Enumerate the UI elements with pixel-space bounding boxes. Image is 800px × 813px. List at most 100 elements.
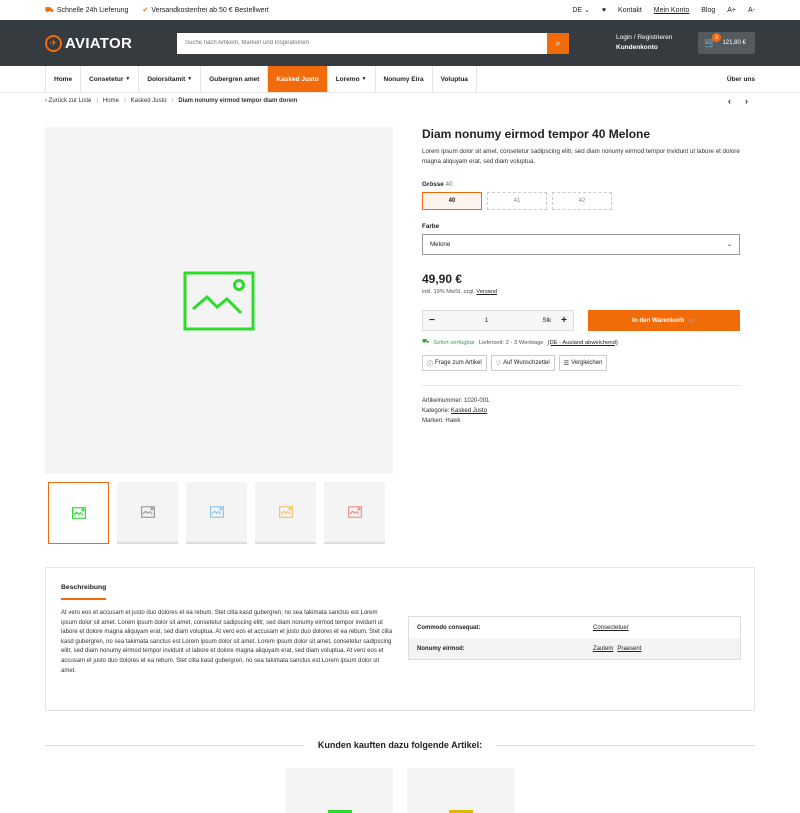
thumbnail-1[interactable]: [48, 482, 109, 544]
stock-info: ⛟ Sofort verfügbar Lieferzeit: 2 - 3 Wer…: [422, 339, 740, 346]
quantity-unit: Stk: [542, 317, 552, 324]
heart-icon[interactable]: ♥: [602, 7, 606, 14]
cart-total: 121,80 €: [722, 40, 746, 46]
top-info-bar: ⛟ Schnelle 24h Lieferung ✔ Versandkostenfr…: [0, 0, 800, 20]
brand-value: Hawk: [445, 418, 461, 424]
login-register-link[interactable]: Login / Registrieren: [616, 34, 672, 41]
back-to-list-link[interactable]: ‹ Zurück zur Liste: [45, 98, 91, 104]
search-bar: ⌕: [177, 32, 569, 54]
truck-icon: ⛟: [422, 339, 430, 345]
buy-row: − 1 Stk + In den Warenkorb 🛒: [422, 310, 740, 331]
category-link[interactable]: Kasked Justo: [451, 408, 487, 414]
list-icon: ☰: [563, 360, 570, 367]
delivery-time: Lieferzeit: 2 - 3 Werktage: [478, 339, 544, 346]
quantity-increase-button[interactable]: +: [561, 315, 567, 326]
site-header: ✈ AVIATOR ⌕ Login / Registrieren Kundenk…: [0, 20, 800, 66]
size-option-41[interactable]: 41: [487, 192, 547, 210]
product-main-image[interactable]: [45, 127, 393, 474]
check-icon: ✔: [142, 7, 149, 14]
add-to-cart-button[interactable]: In den Warenkorb 🛒: [588, 310, 740, 331]
font-increase-button[interactable]: A+: [727, 7, 736, 14]
color-select[interactable]: Melone ⌄: [422, 234, 740, 255]
breadcrumb-current: Diam nonumy eirmod tempor diam dorem: [178, 98, 298, 104]
recommendations-heading: Kunden kauften dazu folgende Artikel:: [45, 740, 755, 750]
compare-button[interactable]: ☰ Vergleichen: [558, 355, 608, 371]
language-select[interactable]: DE ⌄: [572, 6, 590, 14]
image-placeholder-icon: [183, 271, 255, 330]
quantity-stepper: − 1 Stk +: [422, 310, 574, 331]
breadcrumb-category[interactable]: Kasked Justo: [131, 98, 167, 104]
truck-icon: ⛟: [45, 6, 54, 14]
my-account-link[interactable]: Mein Konto: [654, 7, 689, 14]
info-free-shipping: ✔ Versandkostenfrei ab 50 € Bestellwert: [142, 7, 269, 14]
product-title: Diam nonumy eirmod tempor 40 Melone: [422, 127, 651, 141]
cart-button[interactable]: 🛒 3 121,80 €: [698, 32, 755, 54]
size-label: Grösse 40: [422, 181, 453, 188]
size-option-40[interactable]: 40: [422, 192, 482, 210]
nav-item-consetetur[interactable]: Consetetur ▼: [81, 66, 140, 92]
add-to-wishlist-button[interactable]: ♡ Auf Wunschzettel: [490, 355, 555, 371]
site-logo[interactable]: ✈ AVIATOR: [45, 34, 177, 52]
nav-item-kasked-justo[interactable]: Kasked Justo: [268, 66, 328, 92]
cart-count-badge: 3: [712, 33, 721, 42]
thumbnail-strip: [48, 482, 385, 544]
plane-icon: ✈: [45, 34, 62, 52]
sku-row: Artikelnummer: 1020-001: [422, 398, 490, 404]
account-menu[interactable]: Login / Registrieren Kundenkonto: [616, 33, 672, 53]
search-button[interactable]: ⌕: [547, 32, 569, 54]
nav-item-dolorsitamit[interactable]: Dolorsitamit ▼: [139, 66, 202, 92]
previous-product-button[interactable]: ‹: [728, 96, 731, 106]
category-row: Kategorie: Kasked Justo: [422, 408, 488, 414]
property-value-link[interactable]: Zautem: [593, 646, 613, 652]
property-value-link[interactable]: Consectetuer: [593, 625, 629, 631]
recommended-product-card[interactable]: [407, 768, 514, 813]
chevron-down-icon: ▼: [125, 76, 131, 82]
size-option-42[interactable]: 42: [552, 192, 612, 210]
nav-item-nonumy-eira[interactable]: Nonumy Eira: [376, 66, 433, 92]
next-product-button[interactable]: ›: [745, 96, 748, 106]
nav-item-home[interactable]: Home: [45, 66, 82, 92]
color-label: Farbe: [422, 223, 440, 230]
breadcrumb-home[interactable]: Home: [103, 98, 119, 104]
image-placeholder-icon: [140, 506, 155, 518]
nav-item-loremo[interactable]: Loremo ▼: [328, 66, 376, 92]
size-options: 40 41 42: [422, 192, 740, 210]
search-input[interactable]: [177, 32, 547, 54]
main-navigation: Home Consetetur ▼ Dolorsitamit ▼ Gubergren…: [0, 66, 800, 93]
font-decrease-button[interactable]: A-: [748, 7, 755, 14]
description-section: Beschreibung At vero eos et accusam et j…: [45, 567, 755, 711]
product-pager: ‹ ›: [728, 96, 748, 106]
recommended-product-card[interactable]: [286, 768, 393, 813]
chevron-down-icon: ▼: [187, 76, 193, 82]
blog-link[interactable]: Blog: [701, 7, 715, 14]
question-icon: ⓘ: [427, 361, 434, 368]
nav-item-voluptua[interactable]: Voluptua: [433, 66, 477, 92]
property-value-link[interactable]: Praesent: [617, 646, 641, 652]
search-icon: ⌕: [555, 37, 561, 48]
breadcrumb: ‹ Zurück zur Liste | Home / Kasked Justo…: [45, 98, 298, 104]
thumbnail-3[interactable]: [186, 482, 247, 544]
table-row: Commodo consequat: Consectetuer: [417, 624, 629, 631]
shipping-link[interactable]: Versand: [476, 289, 497, 295]
ask-question-button[interactable]: ⓘ Frage zum Artikel: [422, 355, 487, 371]
image-placeholder-icon: [347, 506, 362, 518]
chevron-down-icon: ⌄: [726, 242, 732, 248]
thumbnail-4[interactable]: [255, 482, 316, 544]
tab-description[interactable]: Beschreibung: [61, 584, 107, 600]
nav-item-gubergren-amet[interactable]: Gubergren amet: [201, 66, 269, 92]
cart-icon: 🛒: [688, 317, 696, 325]
delivery-info-link[interactable]: (DE - Ausland abweichend): [548, 340, 618, 346]
thumbnail-2[interactable]: [117, 482, 178, 544]
nav-item-about-us[interactable]: Über uns: [727, 66, 755, 92]
quantity-decrease-button[interactable]: −: [429, 315, 435, 326]
selected-size-value: 40: [445, 181, 453, 188]
table-row: Nonumy eirmod: Zautem Praesent: [409, 638, 740, 659]
properties-table: Commodo consequat: Consectetuer Nonumy e…: [408, 616, 741, 660]
quantity-input[interactable]: 1: [485, 318, 488, 324]
chevron-down-icon: ⌄: [584, 7, 590, 14]
thumbnail-5[interactable]: [324, 482, 385, 544]
chevron-left-icon: ‹: [45, 98, 47, 104]
contact-link[interactable]: Kontakt: [618, 7, 642, 14]
chevron-down-icon: ▼: [361, 76, 367, 82]
product-actions: ⓘ Frage zum Artikel ♡ Auf Wunschzettel ☰ Ve…: [422, 355, 740, 386]
